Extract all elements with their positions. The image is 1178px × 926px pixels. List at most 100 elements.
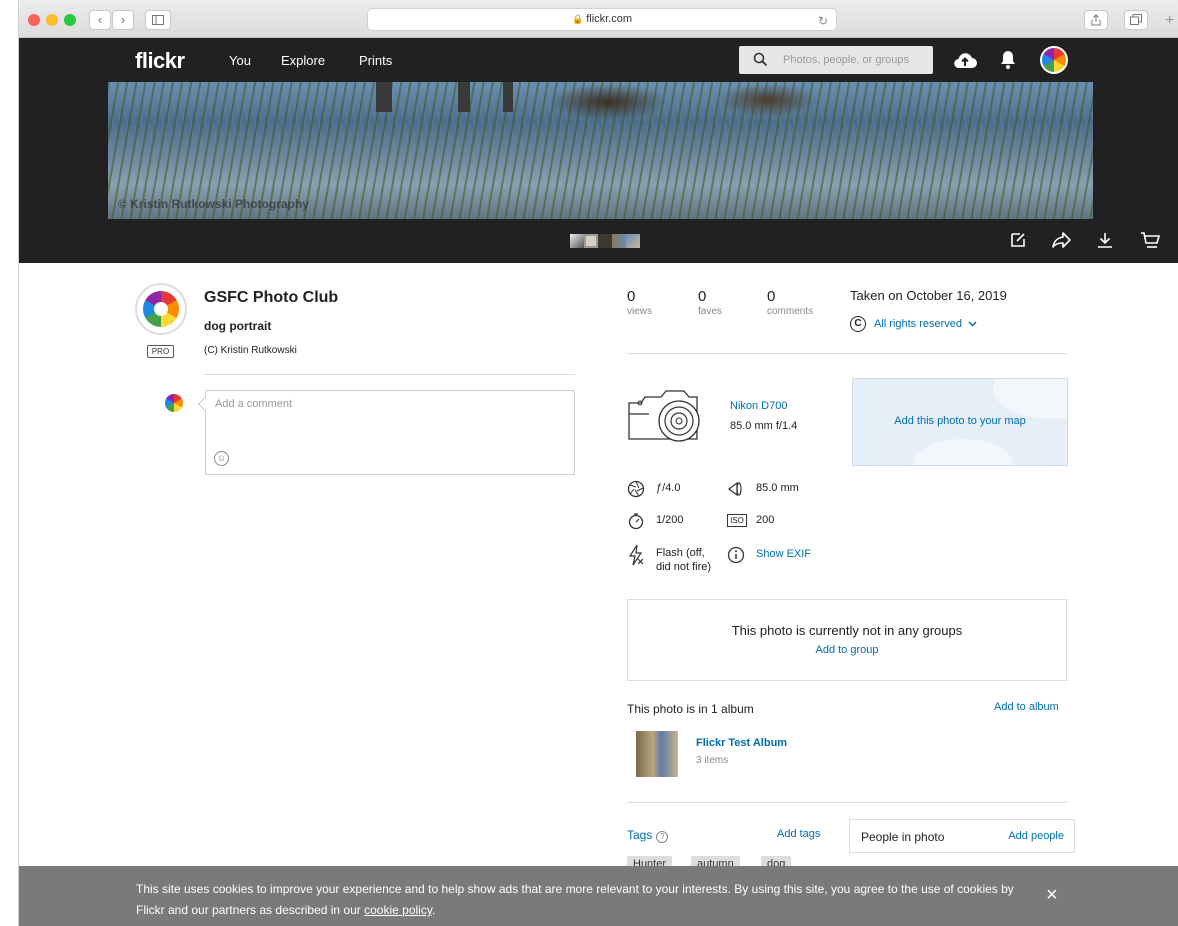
camera-model-link[interactable]: Nikon D700 [730, 400, 787, 412]
tabs-button[interactable] [1124, 10, 1148, 30]
add-to-group-link[interactable]: Add to group [628, 644, 1066, 656]
thumbnail[interactable] [612, 234, 626, 248]
close-window-button[interactable] [28, 14, 40, 26]
share-arrow-icon[interactable] [1052, 231, 1072, 249]
album-item-count: 3 items [696, 755, 729, 766]
minimize-window-button[interactable] [46, 14, 58, 26]
add-people-link[interactable]: Add people [1008, 830, 1064, 842]
commenter-avatar [163, 392, 185, 414]
user-avatar[interactable] [1040, 46, 1068, 74]
back-button[interactable]: ‹ [89, 10, 111, 30]
nav-prints[interactable]: Prints [359, 53, 392, 68]
photo-detail [376, 82, 392, 112]
info-icon [727, 546, 745, 564]
browser-window: ‹ › 🔒 flickr.com ↻ + flickr You Explore P… [18, 0, 1178, 926]
photo-description: (C) Kristin Rutkowski [204, 345, 297, 356]
stopwatch-icon [628, 513, 644, 530]
owner-name[interactable]: GSFC Photo Club [204, 289, 338, 307]
photo-title: dog portrait [204, 319, 272, 333]
add-to-map-link[interactable]: Add this photo to your map [853, 415, 1067, 427]
forward-button[interactable]: › [112, 10, 134, 30]
faves-stat: 0 faves [698, 288, 722, 317]
flash-line-1: Flash (off, [656, 547, 705, 559]
divider [204, 374, 575, 375]
comment-box[interactable]: Add a comment ☺ [197, 390, 575, 475]
cookie-policy-link[interactable]: cookie policy [364, 903, 432, 917]
add-tags-link[interactable]: Add tags [777, 828, 820, 840]
aperture-icon [627, 480, 645, 498]
chevron-down-icon [968, 321, 977, 327]
tags-label: Tags [627, 828, 653, 842]
owner-avatar[interactable] [135, 283, 187, 335]
lock-icon: 🔒 [571, 14, 584, 24]
map-shape [993, 379, 1067, 419]
focal-length-value: 85.0 mm [756, 482, 799, 494]
people-heading: People in photo [861, 830, 945, 844]
album-thumbnail[interactable] [636, 731, 678, 777]
copyright-icon: C [850, 316, 866, 332]
edit-icon[interactable] [1009, 231, 1027, 249]
url-text: flickr.com [586, 13, 633, 25]
nav-explore[interactable]: Explore [281, 53, 325, 68]
iso-icon: ISO [727, 514, 747, 527]
comments-count: 0 [767, 288, 776, 305]
new-tab-button[interactable]: + [1165, 12, 1174, 30]
upload-cloud-icon[interactable] [952, 48, 978, 72]
map-placeholder[interactable]: Add this photo to your map [852, 378, 1068, 466]
search-icon [753, 52, 768, 67]
comments-stat: 0 comments [767, 288, 813, 317]
emoji-icon[interactable]: ☺ [214, 451, 229, 466]
groups-panel: This photo is currently not in any group… [627, 599, 1067, 681]
license-text: All rights reserved [874, 317, 963, 330]
thumbnail[interactable] [598, 234, 612, 248]
cart-icon[interactable] [1140, 231, 1160, 249]
camera-lens: 85.0 mm f/1.4 [730, 420, 798, 432]
browser-toolbar: ‹ › 🔒 flickr.com ↻ + [19, 0, 1178, 38]
main-photo[interactable]: © Kristin Rutkowski Photography [108, 82, 1093, 219]
shutter-value: 1/200 [656, 514, 684, 526]
camera-icon [628, 390, 700, 442]
album-name-link[interactable]: Flickr Test Album [696, 737, 787, 749]
thumbnail[interactable] [584, 234, 598, 248]
search-placeholder: Photos, people, or groups [783, 54, 909, 66]
thumbnail[interactable] [626, 234, 640, 248]
cookie-banner: This site uses cookies to improve your e… [19, 866, 1178, 926]
reload-icon[interactable]: ↻ [818, 11, 828, 32]
groups-message: This photo is currently not in any group… [731, 623, 963, 638]
people-in-photo-panel: People in photo Add people [849, 819, 1075, 853]
taken-date[interactable]: Taken on October 16, 2019 [850, 288, 1007, 303]
show-exif-text[interactable]: Show EXIF [756, 548, 811, 560]
photo-detail [503, 82, 513, 112]
logo-center [154, 302, 168, 316]
zoom-window-button[interactable] [64, 14, 76, 26]
photo-watermark: © Kristin Rutkowski Photography [118, 197, 309, 211]
search-box[interactable]: Photos, people, or groups [739, 46, 933, 74]
help-icon[interactable]: ? [656, 831, 669, 843]
photo-viewer: © Kristin Rutkowski Photography [19, 82, 1178, 263]
thumbnail[interactable] [570, 234, 584, 248]
sidebar-icon [152, 15, 164, 25]
tabs-icon [1130, 14, 1142, 25]
flickr-logo[interactable]: flickr [135, 48, 185, 74]
notifications-bell-icon[interactable] [1000, 50, 1016, 70]
share-icon [1091, 14, 1101, 26]
cookie-text-end: . [431, 903, 436, 917]
add-to-album-link[interactable]: Add to album [994, 701, 1059, 713]
cookie-text: This site uses cookies to improve your e… [136, 882, 1014, 917]
nav-you[interactable]: You [229, 53, 251, 68]
license-dropdown[interactable]: C All rights reserved [850, 316, 977, 332]
sidebar-toggle-button[interactable] [145, 10, 171, 30]
map-shape [913, 439, 1013, 465]
share-button[interactable] [1084, 10, 1108, 30]
flash-line-2: did not fire) [656, 561, 712, 573]
address-bar[interactable]: 🔒 flickr.com ↻ [367, 8, 837, 31]
download-icon[interactable] [1096, 231, 1114, 249]
close-icon[interactable]: × [1046, 884, 1058, 907]
views-stat: 0 views [627, 288, 652, 317]
tags-heading: Tags? [627, 828, 669, 843]
faves-count: 0 [698, 288, 707, 305]
photo-detail [458, 82, 470, 112]
comment-placeholder: Add a comment [215, 398, 293, 410]
divider [627, 802, 1067, 803]
iso-value: 200 [756, 514, 775, 526]
